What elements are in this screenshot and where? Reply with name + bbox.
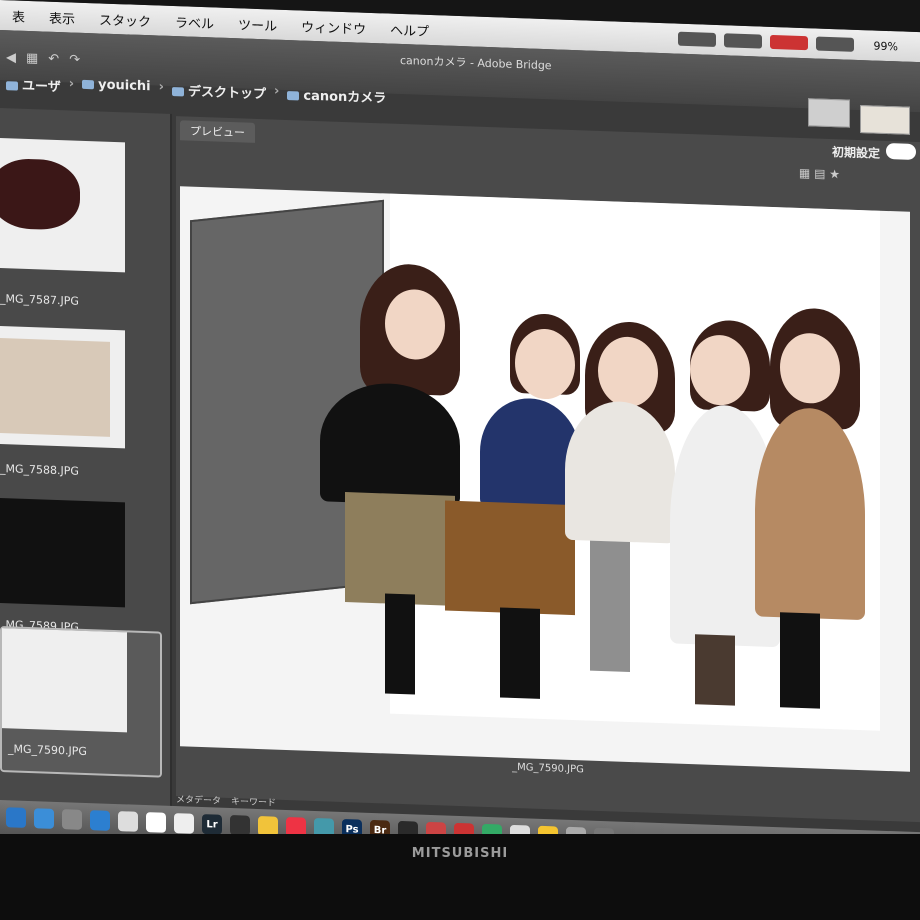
breadcrumb-item-users[interactable]: ユーザ — [6, 74, 61, 95]
chevron-right-icon: › — [274, 83, 280, 99]
preview-image — [180, 186, 910, 772]
chevron-right-icon: › — [68, 76, 75, 92]
tab-metadata[interactable]: メタデータ — [176, 792, 221, 807]
breadcrumb-item-camera[interactable]: canonカメラ — [287, 84, 386, 106]
new-folder-icon[interactable]: ▦ — [26, 51, 38, 66]
chevron-right-icon: › — [158, 79, 165, 95]
browser-icon[interactable] — [90, 810, 110, 831]
breadcrumb-item-desktop[interactable]: デスクトップ — [172, 80, 266, 102]
menu-item-stack[interactable]: スタック — [87, 9, 163, 31]
text-icon[interactable] — [174, 813, 194, 834]
camera-icon[interactable] — [230, 815, 250, 836]
toolbar: ◀ ▦ ↶ ↷ — [6, 50, 80, 68]
grid-icon[interactable]: ▦ — [799, 166, 810, 180]
menu-item-window[interactable]: ウィンドウ — [289, 16, 378, 38]
menu-item-help[interactable]: ヘルプ — [378, 19, 441, 40]
thumbnail-label: _MG_7588.JPG — [0, 462, 79, 478]
lightroom-icon[interactable]: Lr — [202, 814, 222, 835]
alert-icon[interactable] — [769, 34, 808, 51]
menu-item-tools[interactable]: ツール — [226, 13, 289, 34]
wifi-icon[interactable] — [815, 36, 854, 52]
thumbnail-image[interactable] — [0, 498, 125, 608]
thumbnail-selected[interactable]: _MG_7590.JPG — [0, 626, 162, 778]
search-input[interactable] — [886, 142, 916, 160]
battery-text: 99% — [873, 39, 898, 53]
adobe-icon[interactable] — [677, 31, 716, 47]
breadcrumb-item-home[interactable]: youichi — [82, 77, 151, 98]
preview-panel: プレビュー 初期設定 ▦ ▤ ★ _MG_7590.JPG — [176, 116, 920, 823]
object-photo — [0, 157, 80, 231]
thumbnail-image[interactable] — [0, 138, 125, 273]
monitor-brand: MITSUBISHI — [411, 846, 509, 861]
home-icon — [82, 79, 95, 90]
view-controls: ▦ ▤ ★ — [799, 166, 840, 181]
rotate-right-icon[interactable]: ↷ — [69, 52, 80, 67]
thumbnail-label: _MG_7590.JPG — [8, 742, 87, 759]
mail-icon[interactable] — [62, 809, 82, 830]
star-icon[interactable]: ★ — [829, 167, 840, 181]
list-icon[interactable]: ▤ — [814, 166, 825, 180]
menubar-status: 99% — [677, 31, 920, 54]
menu-item-0[interactable]: 表 — [0, 6, 37, 26]
content-panel: _MG_7587.JPG _MG_7588.JPG _MG_7589.JPG _… — [0, 108, 172, 815]
recent-thumbnail[interactable] — [808, 98, 850, 128]
folder-icon — [172, 87, 185, 97]
group-photo — [0, 338, 110, 437]
app-status-icon[interactable] — [723, 33, 762, 49]
tab-preview[interactable]: プレビュー — [180, 120, 255, 143]
back-icon[interactable]: ◀ — [6, 50, 16, 65]
safari-icon[interactable] — [34, 808, 54, 829]
menu-item-label[interactable]: ラベル — [163, 11, 226, 32]
thumbnail-image[interactable] — [0, 326, 125, 449]
rotate-left-icon[interactable]: ↶ — [48, 52, 59, 67]
notes-icon[interactable] — [118, 811, 138, 832]
workspace-preset[interactable]: 初期設定 — [832, 143, 880, 162]
tab-keywords[interactable]: キーワード — [231, 794, 276, 809]
recent-thumbnail[interactable] — [860, 105, 910, 135]
folder-icon — [6, 81, 18, 91]
monitor-screen: 表 表示 スタック ラベル ツール ウィンドウ ヘルプ 99% canonカメラ… — [0, 0, 920, 878]
folder-icon — [287, 91, 300, 101]
thumbnail-label: _MG_7587.JPG — [0, 292, 79, 308]
calendar-icon[interactable] — [146, 812, 166, 833]
group-photo — [2, 628, 127, 733]
menu-item-view[interactable]: 表示 — [37, 7, 87, 28]
finder-icon[interactable] — [6, 807, 26, 828]
